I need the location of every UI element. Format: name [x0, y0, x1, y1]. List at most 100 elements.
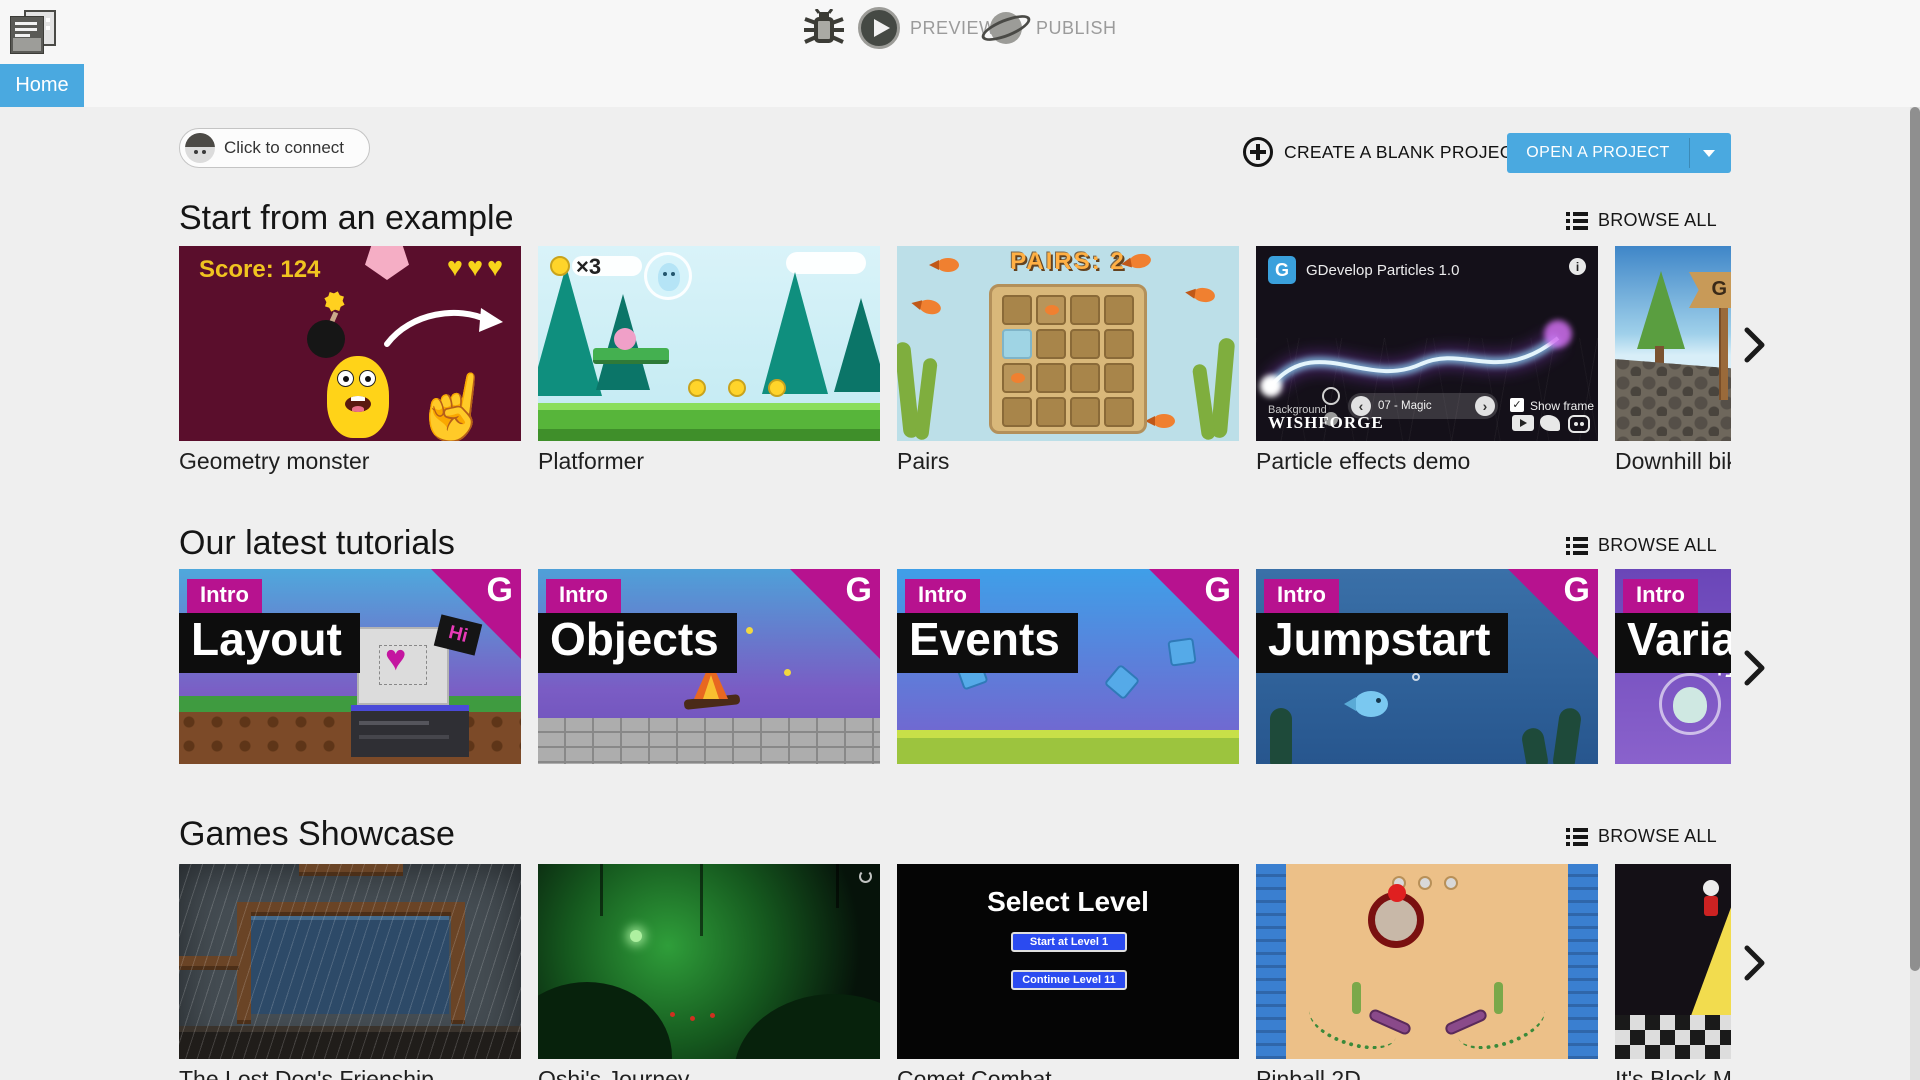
fish-sprite — [1344, 691, 1388, 717]
example-card-platformer[interactable]: ×3 — [538, 246, 880, 441]
objects-panel — [351, 705, 469, 757]
tutorial-title: Layout — [179, 613, 360, 673]
spark-icon — [325, 292, 344, 311]
twitter-icon — [1540, 415, 1560, 431]
intro-badge: Intro — [1623, 579, 1698, 613]
pinball — [1388, 884, 1406, 902]
show-frame-checkbox: ✓ — [1510, 398, 1524, 412]
example-card-geometry-monster[interactable]: Score: 124 ♥♥♥ ☝ — [179, 246, 521, 441]
intro-badge: Intro — [546, 579, 621, 613]
card-label: Oshi's Journey — [538, 1066, 690, 1080]
open-project-label: OPEN A PROJECT — [1526, 144, 1670, 161]
tutorial-card-objects[interactable]: G Intro Objects — [538, 569, 880, 764]
intro-badge: Intro — [187, 579, 262, 613]
connect-button[interactable]: Click to connect — [179, 128, 370, 168]
open-project-button[interactable]: OPEN A PROJECT — [1507, 133, 1731, 173]
list-icon — [1565, 827, 1588, 846]
pentagon-shape — [365, 246, 409, 280]
showcase-card-blocks[interactable]: BLOCKS — [1615, 864, 1731, 1059]
platform-sprite — [593, 348, 669, 364]
bomb-icon — [307, 320, 345, 358]
particles-title: GDevelop Particles 1.0 — [1306, 262, 1460, 279]
next-effect-button: › — [1475, 396, 1495, 416]
showcase-card-pinball[interactable] — [1256, 864, 1598, 1059]
publish-label: PUBLISH — [1036, 17, 1117, 38]
show-frame-label: Show frame — [1530, 399, 1595, 413]
chevron-down-icon[interactable] — [1703, 150, 1715, 157]
publish-button[interactable]: PUBLISH — [978, 6, 1117, 50]
tutorial-card-jumpstart[interactable]: G Intro Jumpstart — [1256, 569, 1598, 764]
card-label: The Lost Dog's Frienship — [179, 1066, 434, 1080]
tutorial-card-variables[interactable]: +1 G Intro Variables — [1615, 569, 1731, 764]
card-label: Comet Combat — [897, 1066, 1052, 1080]
section-title-examples: Start from an example — [179, 199, 514, 237]
coin-icon — [550, 256, 570, 276]
cobblestone-hill — [1615, 359, 1731, 441]
showcase-card-oshi[interactable] — [538, 864, 880, 1059]
effect-name: 07 - Magic — [1378, 400, 1432, 412]
bubble-icon — [644, 252, 692, 300]
tutorial-card-events[interactable]: G Intro Events — [897, 569, 1239, 764]
gdevelop-logo-icon: G — [1204, 571, 1231, 609]
tutorial-title: Jumpstart — [1256, 613, 1509, 673]
home-tab-label: Home — [15, 74, 69, 96]
top-toolbar: PREVIEW PUBLISH Home — [0, 0, 1920, 107]
card-board — [989, 284, 1147, 434]
score-text: Score: 124 — [199, 256, 321, 283]
swipe-arrow-icon — [384, 308, 503, 347]
create-blank-project-label: CREATE A BLANK PROJECT — [1284, 142, 1524, 162]
wooden-sign: G — [1689, 272, 1731, 308]
rain-overlay — [179, 864, 521, 1059]
showcase-card-lost-dog[interactable] — [179, 864, 521, 1059]
preview-button[interactable]: PREVIEW — [858, 6, 997, 50]
select-level-title: Select Level — [987, 886, 1149, 917]
checker-floor — [1615, 1015, 1731, 1059]
card-label: Pairs — [897, 448, 950, 474]
coin-counter: ×3 — [576, 254, 602, 279]
tab-home[interactable]: Home — [0, 64, 84, 107]
scrollbar-thumb[interactable] — [1910, 107, 1920, 971]
showcase-card-comet-combat[interactable]: Select Level Start at Level 1 Continue L… — [897, 864, 1239, 1059]
examples-row: Score: 124 ♥♥♥ ☝ ×3 PAIRS: 2 G GDevelop … — [179, 246, 1731, 486]
scroll-right-examples-button[interactable] — [1744, 327, 1766, 363]
browse-all-tutorials-button[interactable]: BROWSE ALL — [1565, 531, 1717, 559]
browse-all-showcase-button[interactable]: BROWSE ALL — [1565, 822, 1717, 850]
intro-badge: Intro — [1264, 579, 1339, 613]
browse-all-examples-button[interactable]: BROWSE ALL — [1565, 206, 1717, 234]
tutorials-row: ♥ Hi G Intro Layout G Intro Objects G In… — [179, 569, 1731, 764]
youtube-icon — [1512, 415, 1534, 431]
enemy-blob-sprite — [614, 328, 636, 350]
project-manager-icon[interactable] — [10, 10, 56, 56]
tutorial-title: Objects — [538, 613, 737, 673]
plus-icon — [1243, 137, 1273, 167]
tutorial-title: Events — [897, 613, 1078, 673]
connect-label: Click to connect — [224, 138, 344, 157]
start-level-button: Start at Level 1 — [1011, 932, 1127, 952]
restart-icon — [859, 870, 872, 883]
user-avatar-icon — [185, 133, 215, 163]
example-card-downhill-bike[interactable]: G — [1615, 246, 1731, 441]
gdevelop-logo-icon: G — [1563, 571, 1590, 609]
scroll-right-tutorials-button[interactable] — [1744, 650, 1766, 686]
scroll-right-showcase-button[interactable] — [1744, 945, 1766, 981]
gdevelop-logo-icon: G — [486, 571, 513, 609]
gdevelop-home-screen: PREVIEW PUBLISH Home Click to connect CR… — [0, 0, 1920, 1080]
intro-badge: Intro — [905, 579, 980, 613]
hand-cursor-icon: ☝ — [408, 363, 500, 441]
example-card-particle-effects[interactable]: G GDevelop Particles 1.0 i Background ‹ … — [1256, 246, 1598, 441]
debugger-icon[interactable] — [801, 9, 847, 51]
showcase-row: Select Level Start at Level 1 Continue L… — [179, 864, 1731, 1080]
list-icon — [1565, 536, 1588, 555]
discord-icon — [1568, 415, 1590, 433]
planet-icon — [978, 8, 1034, 48]
continue-level-button: Continue Level 11 — [1011, 970, 1127, 990]
tutorial-card-layout[interactable]: ♥ Hi G Intro Layout — [179, 569, 521, 764]
player-glow — [630, 930, 642, 942]
gdevelop-logo-icon: G — [1268, 256, 1296, 284]
play-icon — [858, 7, 900, 49]
monster-sprite — [327, 356, 389, 438]
ground — [538, 403, 880, 441]
example-card-pairs[interactable]: PAIRS: 2 — [897, 246, 1239, 441]
pairs-score-text: PAIRS: 2 — [1010, 248, 1126, 275]
list-icon — [1565, 211, 1588, 230]
